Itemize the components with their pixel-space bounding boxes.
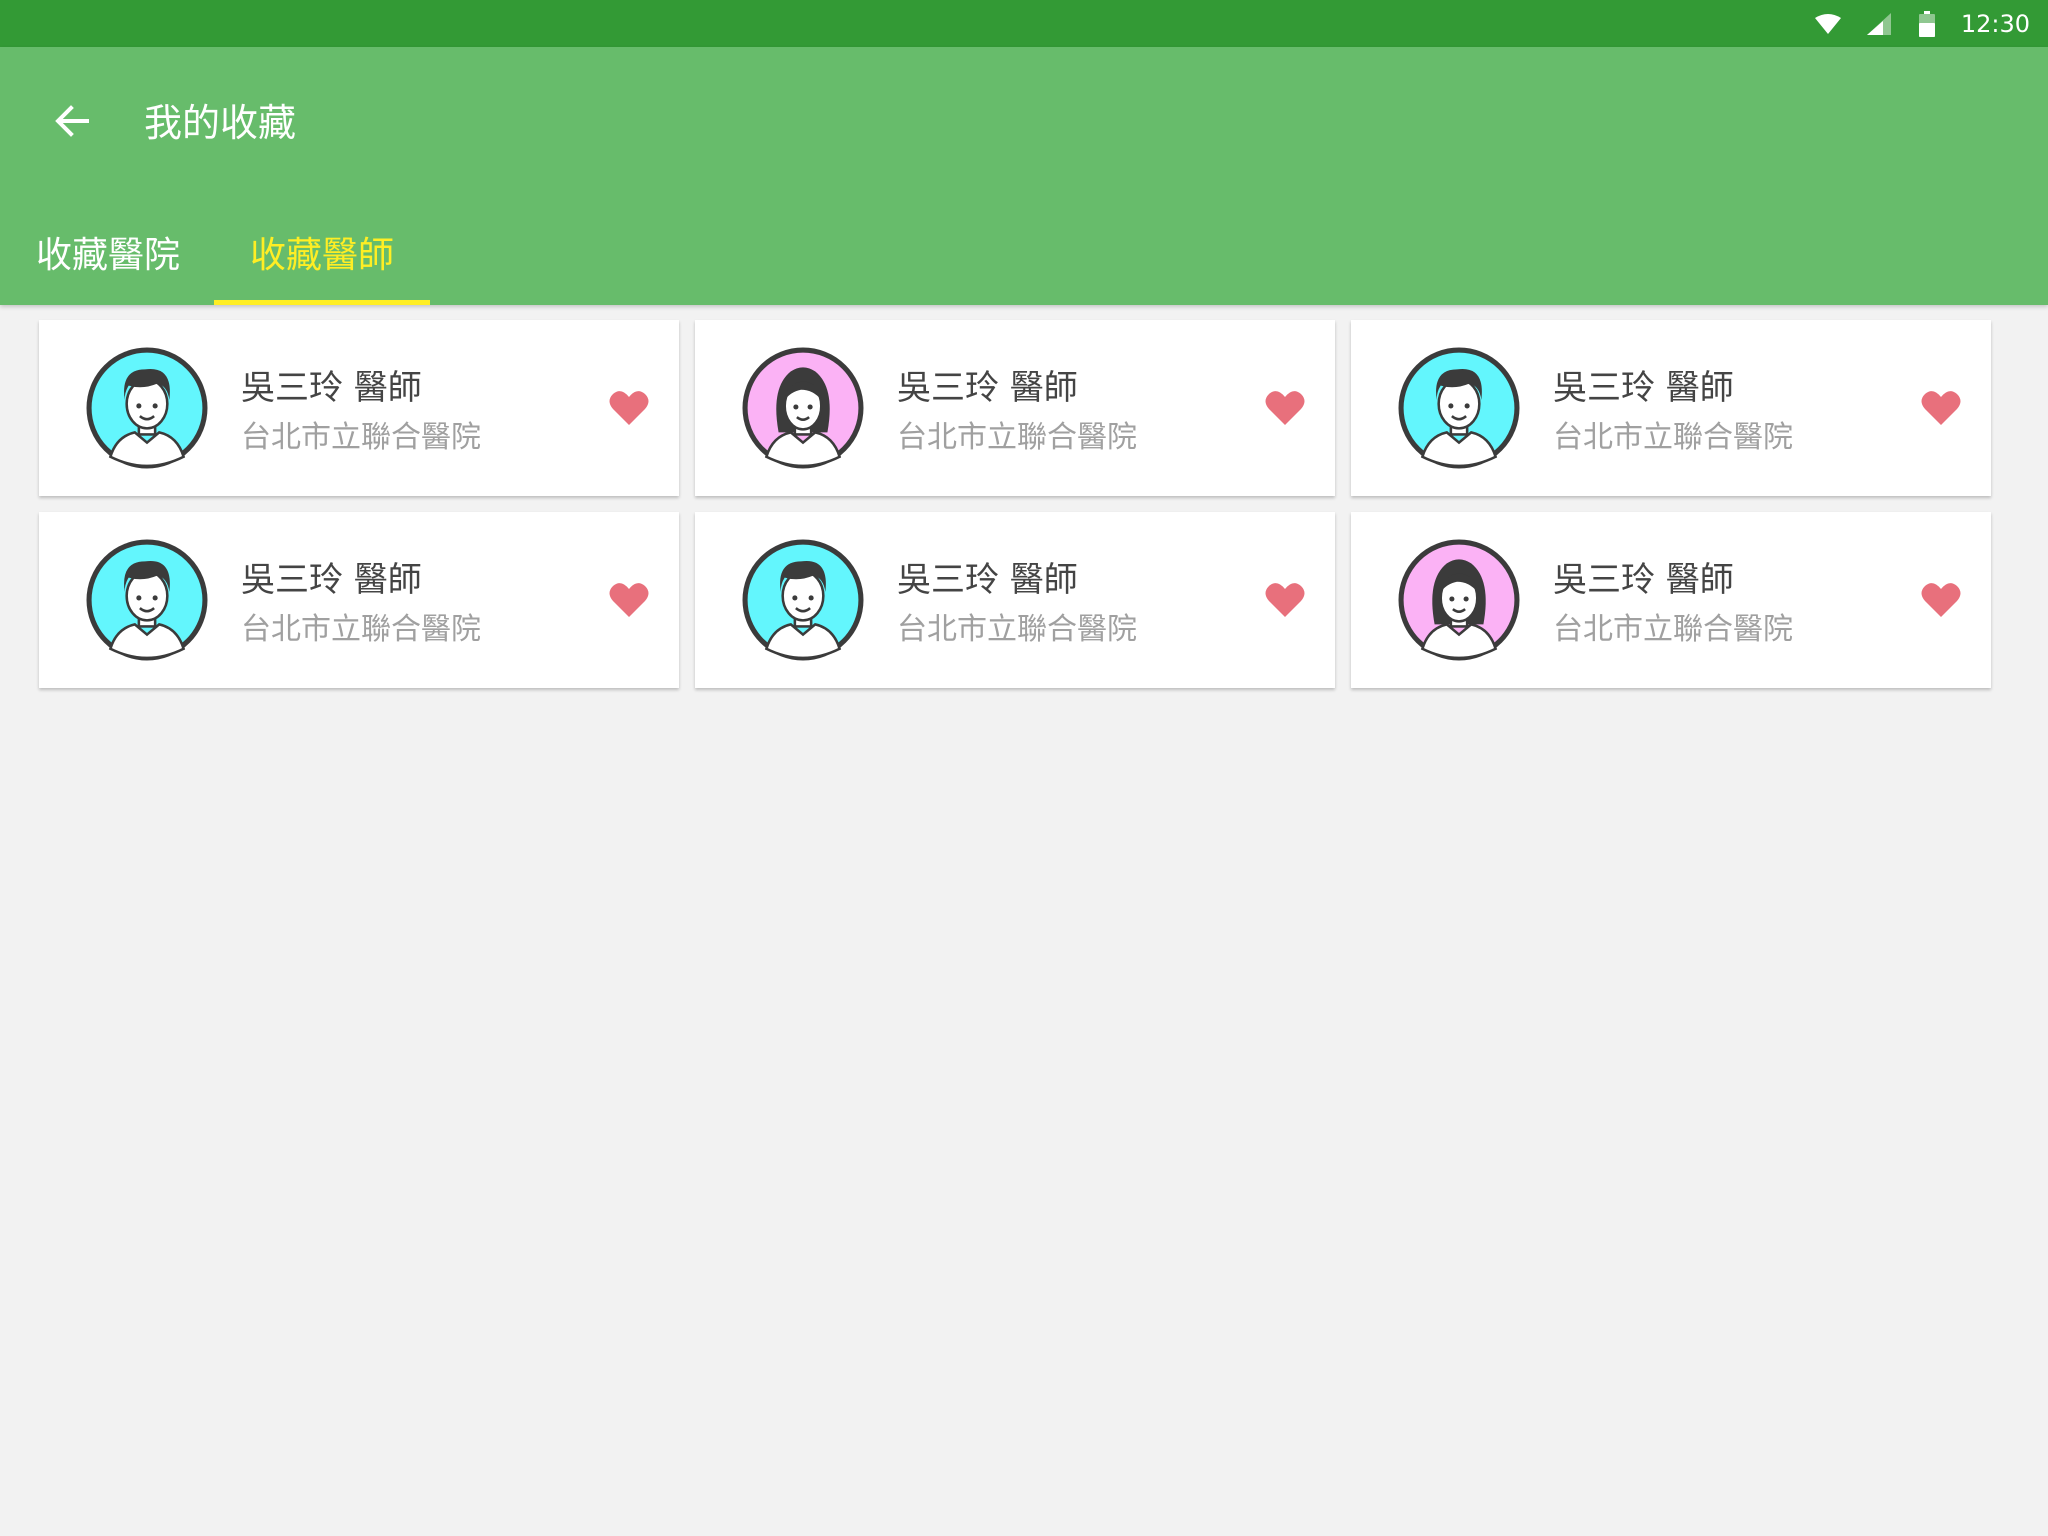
active-tab-indicator: [214, 300, 431, 305]
doctor-name: 吳三玲 醫師: [1553, 560, 1734, 600]
doctor-card[interactable]: 吳三玲 醫師 台北市立聯合醫院: [695, 320, 1335, 496]
doctor-card[interactable]: 吳三玲 醫師 台北市立聯合醫院: [1351, 320, 1991, 496]
arrow-left-icon: [54, 103, 90, 143]
status-icons: 12:30: [1814, 0, 2030, 47]
tab-favorite-hospitals[interactable]: 收藏醫院: [0, 223, 214, 305]
doctor-grid: 吳三玲 醫師 台北市立聯合醫院 吳三玲 醫師 台北市立聯合醫院 吳三玲 醫師 台…: [39, 320, 1992, 688]
favorite-button[interactable]: [607, 386, 651, 430]
heart-icon: [609, 583, 649, 617]
wifi-icon: [1814, 13, 1841, 34]
heart-icon: [1265, 391, 1305, 425]
doctor-name: 吳三玲 醫師: [1553, 368, 1734, 408]
tab-bar: 收藏醫院 收藏醫師: [0, 223, 431, 305]
app-bar: 我的收藏 收藏醫院 收藏醫師: [0, 47, 2048, 305]
favorite-button[interactable]: [1919, 578, 1963, 622]
male-doctor-avatar-icon: [742, 539, 864, 661]
favorite-button[interactable]: [1263, 386, 1307, 430]
doctor-card[interactable]: 吳三玲 醫師 台北市立聯合醫院: [1351, 512, 1991, 688]
battery-icon: [1918, 10, 1935, 37]
cellular-signal-icon: [1866, 12, 1891, 35]
status-time: 12:30: [1960, 9, 2030, 38]
male-doctor-avatar-icon: [86, 347, 208, 469]
back-button[interactable]: [40, 91, 104, 155]
hospital-name: 台北市立聯合醫院: [1553, 420, 1793, 455]
doctor-name: 吳三玲 醫師: [241, 560, 422, 600]
tab-favorite-doctors[interactable]: 收藏醫師: [214, 223, 431, 305]
doctor-name: 吳三玲 醫師: [241, 368, 422, 408]
hospital-name: 台北市立聯合醫院: [897, 420, 1137, 455]
doctor-name: 吳三玲 醫師: [897, 560, 1078, 600]
doctor-card[interactable]: 吳三玲 醫師 台北市立聯合醫院: [39, 512, 679, 688]
male-doctor-avatar-icon: [1398, 347, 1520, 469]
favorite-button[interactable]: [1919, 386, 1963, 430]
page-title: 我的收藏: [144, 101, 297, 145]
heart-icon: [1265, 583, 1305, 617]
favorite-button[interactable]: [1263, 578, 1307, 622]
status-bar: 12:30: [0, 0, 2048, 47]
tab-label: 收藏醫師: [250, 235, 395, 276]
female-doctor-avatar-icon: [742, 347, 864, 469]
heart-icon: [1921, 391, 1961, 425]
hospital-name: 台北市立聯合醫院: [1553, 612, 1793, 647]
doctor-card[interactable]: 吳三玲 醫師 台北市立聯合醫院: [695, 512, 1335, 688]
tab-label: 收藏醫院: [36, 235, 181, 276]
heart-icon: [609, 391, 649, 425]
doctor-name: 吳三玲 醫師: [897, 368, 1078, 408]
hospital-name: 台北市立聯合醫院: [241, 612, 481, 647]
hospital-name: 台北市立聯合醫院: [897, 612, 1137, 647]
doctor-card[interactable]: 吳三玲 醫師 台北市立聯合醫院: [39, 320, 679, 496]
male-doctor-avatar-icon: [86, 539, 208, 661]
heart-icon: [1921, 583, 1961, 617]
female-doctor-avatar-icon: [1398, 539, 1520, 661]
hospital-name: 台北市立聯合醫院: [241, 420, 481, 455]
favorite-button[interactable]: [607, 578, 651, 622]
